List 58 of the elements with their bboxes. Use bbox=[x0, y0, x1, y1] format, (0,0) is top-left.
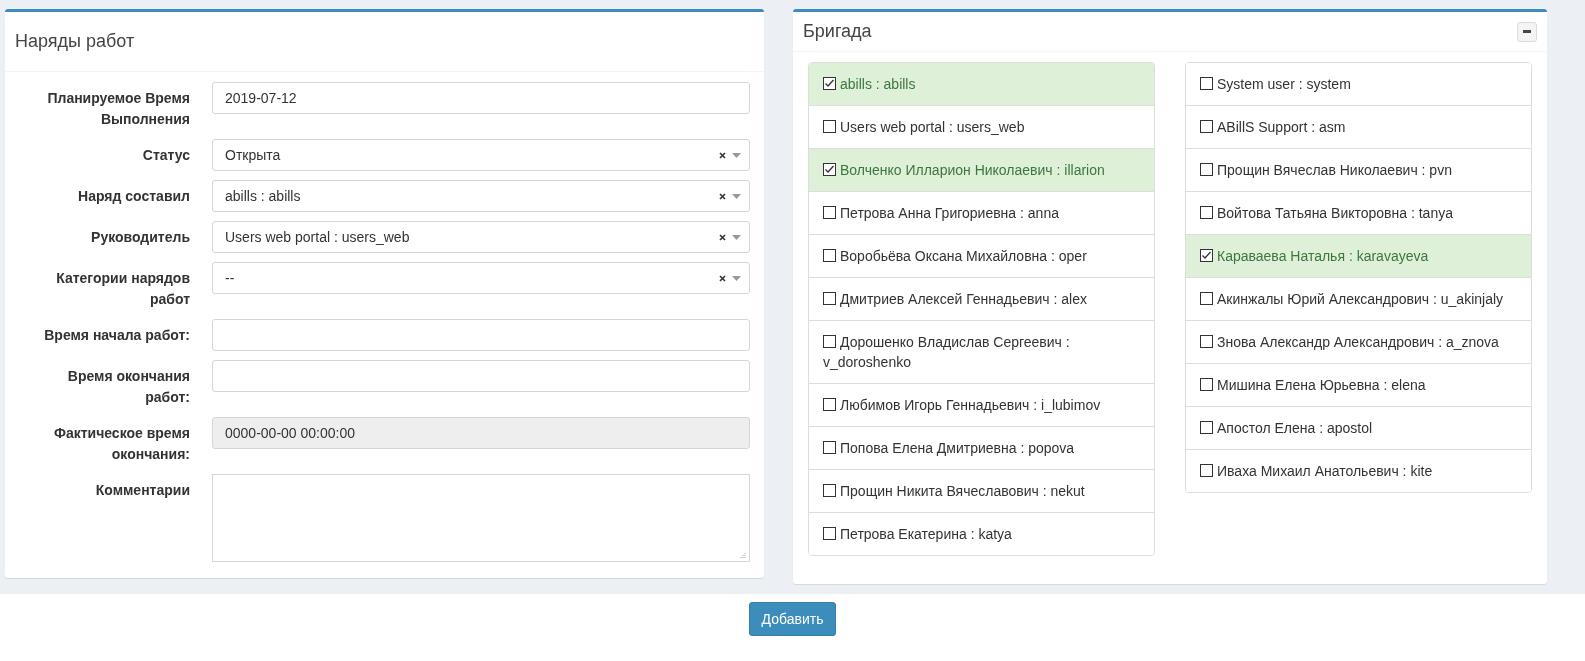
checkbox[interactable] bbox=[823, 527, 836, 540]
checkbox[interactable] bbox=[1200, 77, 1213, 90]
field-label: Планируемое Время Выполнения bbox=[46, 89, 190, 129]
minus-icon bbox=[1523, 30, 1531, 33]
checked-checkbox[interactable] bbox=[823, 77, 836, 90]
field-label: Время начала работ: bbox=[43, 326, 190, 345]
caret-icon[interactable] bbox=[732, 234, 741, 240]
caret-icon[interactable] bbox=[732, 275, 741, 281]
panel-title: Бригада bbox=[803, 21, 872, 42]
clear-icon[interactable] bbox=[719, 151, 726, 159]
clear-icon[interactable] bbox=[719, 233, 726, 241]
add-button[interactable]: Добавить bbox=[748, 602, 837, 636]
checkbox[interactable] bbox=[823, 249, 836, 262]
checkbox[interactable] bbox=[1200, 120, 1213, 133]
readonly-field: 0000-00-00 00:00:00 bbox=[212, 417, 750, 449]
collapse-button[interactable] bbox=[1517, 21, 1537, 42]
checkbox[interactable] bbox=[823, 398, 836, 411]
member-item[interactable]: Иваха Михаил Анатольевич : kite bbox=[1186, 449, 1531, 492]
member-item[interactable]: Волченко Илларион Николаевич : illarion bbox=[809, 148, 1154, 191]
checkbox[interactable] bbox=[823, 441, 836, 454]
checkbox[interactable] bbox=[823, 335, 836, 348]
member-item[interactable]: Петрова Екатерина : katya bbox=[809, 512, 1154, 555]
checkbox[interactable] bbox=[823, 206, 836, 219]
checkbox[interactable] bbox=[823, 292, 836, 305]
checkbox[interactable] bbox=[1200, 378, 1213, 391]
input-field[interactable]: 2019-07-12 bbox=[212, 82, 750, 114]
input-field[interactable] bbox=[212, 319, 750, 351]
field-label: Комментарии bbox=[94, 481, 190, 500]
field-label: Категории нарядов работ bbox=[55, 269, 190, 309]
select-field[interactable]: Users web portal : users_web bbox=[212, 221, 750, 253]
select-field[interactable]: Открыта bbox=[212, 139, 750, 171]
caret-icon[interactable] bbox=[732, 193, 741, 199]
clear-icon[interactable] bbox=[719, 192, 726, 200]
textarea-field[interactable] bbox=[212, 474, 750, 562]
panel-title: Наряды работ bbox=[15, 30, 135, 53]
field-label: Статус bbox=[141, 146, 190, 165]
member-item[interactable]: Караваева Наталья : karavayeva bbox=[1186, 234, 1531, 277]
checked-checkbox[interactable] bbox=[823, 163, 836, 176]
resize-handle-icon[interactable] bbox=[740, 552, 746, 558]
field-label: Время окончания работ: bbox=[66, 367, 190, 407]
checkbox[interactable] bbox=[1200, 464, 1213, 477]
checkbox[interactable] bbox=[1200, 292, 1213, 305]
input-field[interactable] bbox=[212, 360, 750, 392]
select-field[interactable]: abills : abills bbox=[212, 180, 750, 212]
checkbox[interactable] bbox=[1200, 421, 1213, 434]
checkbox[interactable] bbox=[1200, 206, 1213, 219]
field-label: Фактическое время окончания: bbox=[52, 424, 190, 464]
field-label: Руководитель bbox=[90, 228, 190, 247]
checkbox[interactable] bbox=[823, 120, 836, 133]
caret-icon[interactable] bbox=[732, 152, 741, 158]
select-field[interactable]: -- bbox=[212, 262, 750, 294]
checkbox[interactable] bbox=[823, 484, 836, 497]
clear-icon[interactable] bbox=[719, 274, 726, 282]
checked-checkbox[interactable] bbox=[1200, 249, 1213, 262]
field-label: Наряд составил bbox=[77, 187, 190, 206]
checkbox[interactable] bbox=[1200, 163, 1213, 176]
checkbox[interactable] bbox=[1200, 335, 1213, 348]
member-item[interactable]: abills : abills bbox=[809, 63, 1154, 105]
